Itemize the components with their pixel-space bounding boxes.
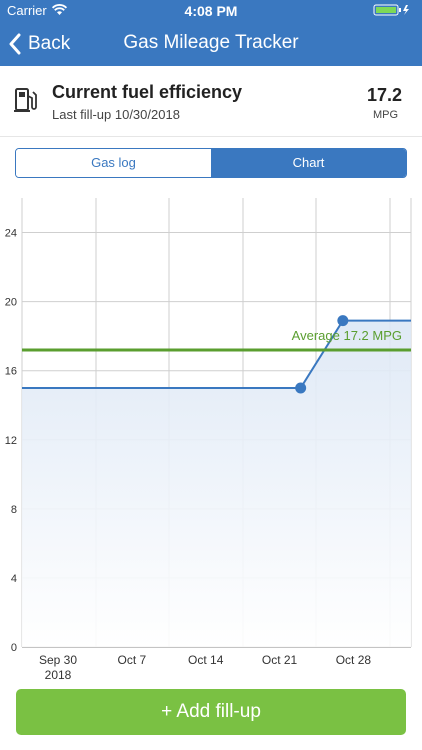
y-tick-label: 4: [11, 573, 17, 585]
tab-chart[interactable]: Chart: [211, 149, 406, 177]
y-tick-label: 16: [5, 366, 17, 378]
series-area: [22, 320, 411, 647]
y-tick-label: 20: [5, 297, 17, 309]
chart-svg: 0 4 8 12 16 20 24 Sep 302018 Oct 7 Oct 14 Oct 21 Oc…: [5, 198, 412, 682]
y-tick-label: 24: [5, 228, 17, 240]
x-tick-label: Oct 7: [118, 653, 147, 667]
status-time: 4:08 PM: [184, 3, 238, 19]
data-point: [337, 315, 349, 327]
y-tick-label: 12: [5, 435, 17, 447]
summary-title: Current fuel efficiency: [52, 82, 243, 102]
last-fillup-date: Last fill-up 10/30/2018: [52, 107, 180, 122]
x-tick-label: Oct 14: [188, 653, 224, 667]
current-mpg-unit: MPG: [372, 109, 398, 121]
tab-gas-log[interactable]: Gas log: [16, 149, 211, 177]
status-bar: Carrier 4:08 PM: [0, 0, 422, 22]
add-fillup-button[interactable]: + Add fill-up: [16, 689, 406, 735]
fuel-pump-icon: [14, 88, 37, 112]
battery-icon: [373, 4, 409, 16]
data-point: [295, 382, 307, 394]
view-toggle: Gas log Chart: [15, 148, 407, 178]
current-mpg-value: 17.2: [366, 85, 402, 105]
x-tick-label: Sep 30: [39, 653, 77, 667]
x-tick-label: Oct 28: [336, 653, 372, 667]
x-tick-label: Oct 21: [262, 653, 298, 667]
header: Carrier 4:08 PM Back Gas Mileage Tracker: [0, 0, 422, 66]
fuel-efficiency-summary: Current fuel efficiency Last fill-up 10/…: [0, 66, 422, 137]
y-tick-label: 0: [11, 642, 17, 654]
nav-bar: Back Gas Mileage Tracker: [0, 22, 422, 66]
x-tick-label: 2018: [45, 668, 72, 682]
average-label: Average 17.2 MPG: [292, 328, 402, 343]
mileage-chart: 0 4 8 12 16 20 24 Sep 30 2018 Oct 7 Oct 14 Oct 21 Oc…: [0, 180, 422, 685]
y-tick-label: 8: [11, 504, 17, 516]
page-title: Gas Mileage Tracker: [123, 32, 299, 53]
